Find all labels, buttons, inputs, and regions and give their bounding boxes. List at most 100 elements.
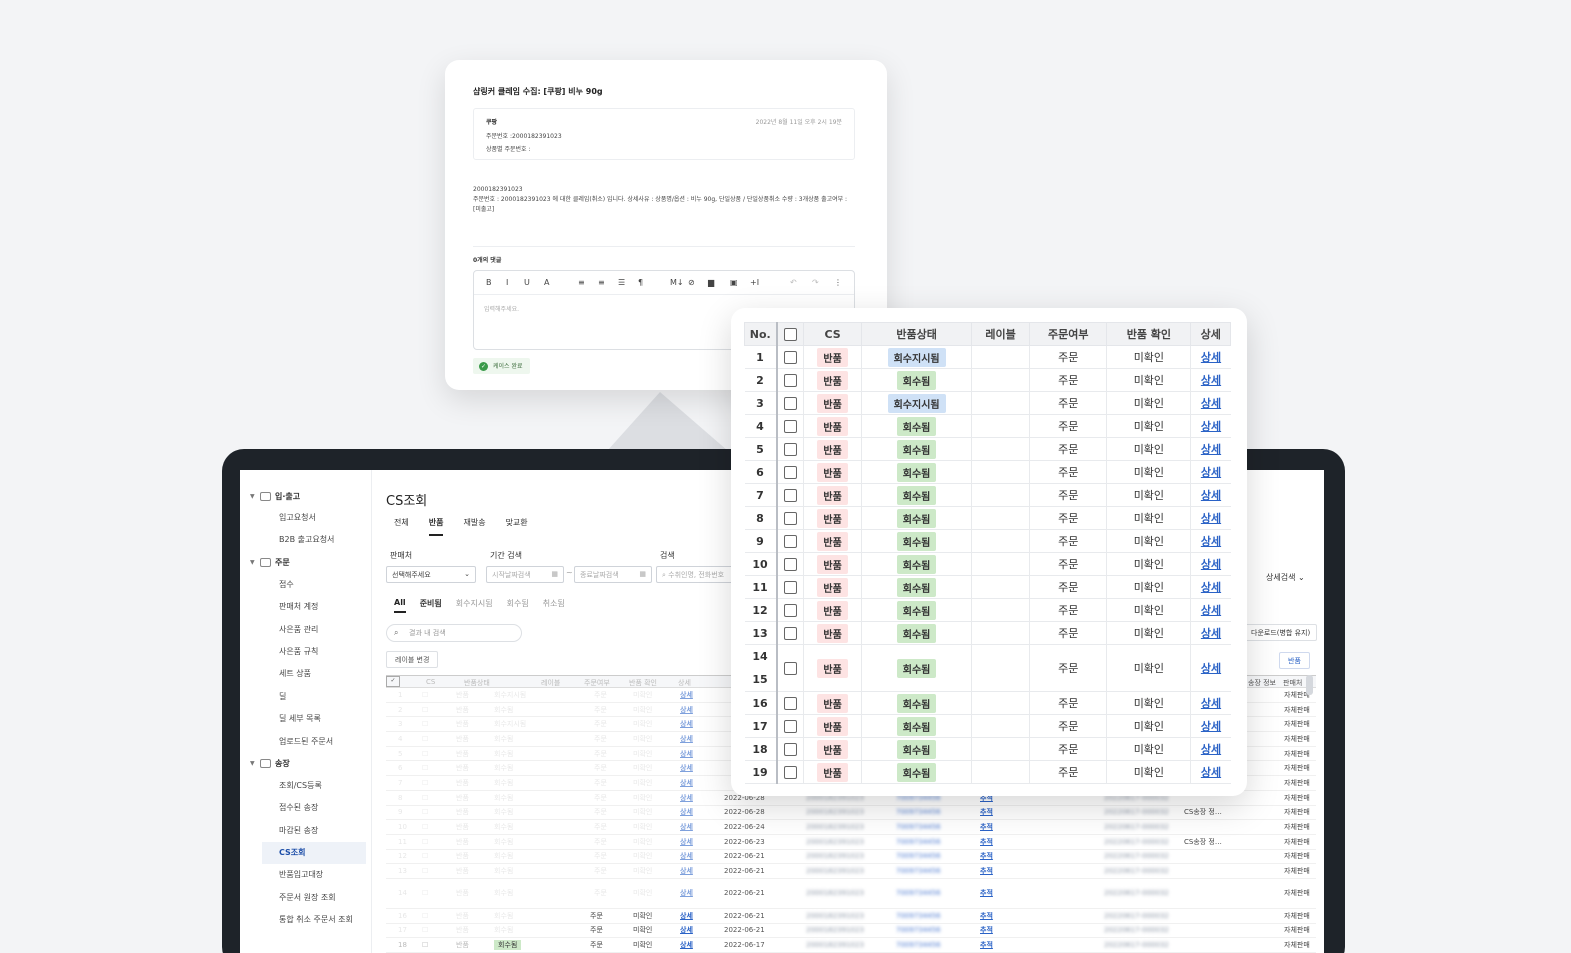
tab-item[interactable]: 재발송 bbox=[463, 517, 485, 536]
toolbar-button[interactable]: +I bbox=[750, 278, 759, 287]
detail-link[interactable]: 상세 bbox=[1201, 351, 1221, 364]
table-row[interactable]: 9 반품 회수됨 주문 미확인 상세 bbox=[744, 529, 1231, 553]
sidebar-item[interactable]: CS조회 bbox=[262, 842, 366, 865]
table-row[interactable]: 19 반품 회수됨 주문 미확인 상세 bbox=[744, 760, 1231, 784]
toolbar-button[interactable]: ⋮ bbox=[834, 278, 842, 287]
table-row[interactable]: 16 반품 회수됨 주문 미확인 상세 bbox=[744, 691, 1231, 715]
toolbar-button[interactable]: ▣ bbox=[730, 278, 738, 287]
row-checkbox[interactable] bbox=[783, 534, 797, 548]
row-checkbox[interactable] bbox=[783, 603, 797, 617]
search-input[interactable]: ⌕ 수취인명, 전화번호 bbox=[656, 566, 736, 583]
table-row[interactable]: 14 15 반품 회수됨 주문 미확인 상세 bbox=[744, 644, 1231, 692]
table-row[interactable]: 4 반품 회수됨 주문 미확인 상세 bbox=[744, 414, 1231, 438]
row-checkbox[interactable] bbox=[783, 696, 797, 710]
bg-table-row[interactable]: 12 ☐ 반품 회수됨 주문 미확인 상세 2022-06-21 2000182391023 70… bbox=[386, 850, 1316, 865]
sidebar-group[interactable]: ▼ 입·출고 bbox=[240, 485, 371, 507]
detail-link[interactable]: 상세 bbox=[1201, 443, 1221, 456]
row-checkbox[interactable] bbox=[783, 488, 797, 502]
table-row[interactable]: 3 반품 회수지시됨 주문 미확인 상세 bbox=[744, 391, 1231, 415]
detail-link[interactable]: 상세 bbox=[1201, 374, 1221, 387]
row-checkbox[interactable] bbox=[783, 719, 797, 733]
sidebar-item[interactable]: 주문서 원장 조회 bbox=[240, 887, 371, 909]
sidebar-item[interactable]: 딜 bbox=[240, 686, 371, 708]
sidebar-item[interactable]: 업로드된 주문서 bbox=[240, 731, 371, 753]
row-checkbox[interactable] bbox=[783, 465, 797, 479]
toolbar-button[interactable]: ↷ bbox=[812, 278, 819, 287]
seller-select[interactable]: 선택해주세요 ⌄ bbox=[386, 566, 476, 583]
sidebar-item[interactable]: 판매처 계정 bbox=[240, 596, 371, 618]
bg-table-row[interactable]: 18 ☐ 반품 회수됨 주문 미확인 상세 2022-06-17 2000182391023 70… bbox=[386, 938, 1316, 953]
status-subtab[interactable]: 회수됨 bbox=[507, 598, 529, 613]
detail-link[interactable]: 상세 bbox=[1201, 743, 1221, 756]
row-checkbox[interactable] bbox=[783, 580, 797, 594]
status-subtab[interactable]: All bbox=[394, 598, 406, 613]
row-checkbox[interactable] bbox=[783, 419, 797, 433]
tab-item[interactable]: 전체 bbox=[394, 517, 409, 536]
row-checkbox[interactable] bbox=[783, 557, 797, 571]
toolbar-button[interactable]: A bbox=[544, 278, 549, 287]
sidebar-group[interactable]: ▼ 송장 bbox=[240, 753, 371, 775]
select-all-header[interactable] bbox=[776, 322, 804, 346]
sidebar-item[interactable]: 접수 bbox=[240, 574, 371, 596]
row-checkbox[interactable] bbox=[783, 442, 797, 456]
row-checkbox[interactable] bbox=[783, 511, 797, 525]
bg-table-row[interactable]: 16 ☐ 반품 회수됨 주문 미확인 상세 2022-06-21 2000182391023 70… bbox=[386, 909, 1316, 924]
sidebar-item[interactable]: 사은품 관리 bbox=[240, 619, 371, 641]
detail-link[interactable]: 상세 bbox=[1201, 604, 1221, 617]
row-checkbox[interactable] bbox=[783, 350, 797, 364]
toolbar-button[interactable]: I bbox=[506, 278, 508, 287]
row-checkbox[interactable] bbox=[783, 765, 797, 779]
bg-table-row[interactable]: 13 ☐ 반품 회수됨 주문 미확인 상세 2022-06-21 2000182391023 70… bbox=[386, 864, 1316, 879]
table-row[interactable]: 11 반품 회수됨 주문 미확인 상세 bbox=[744, 575, 1231, 599]
change-label-button[interactable]: 레이블 변경 bbox=[386, 651, 439, 668]
sidebar-item[interactable]: B2B 출고요청서 bbox=[240, 529, 371, 551]
table-row[interactable]: 5 반품 회수됨 주문 미확인 상세 bbox=[744, 437, 1231, 461]
table-row[interactable]: 17 반품 회수됨 주문 미확인 상세 bbox=[744, 714, 1231, 738]
row-checkbox[interactable] bbox=[783, 742, 797, 756]
detail-link[interactable]: 상세 bbox=[1201, 627, 1221, 640]
row-checkbox[interactable] bbox=[783, 396, 797, 410]
toolbar-button[interactable]: ↶ bbox=[790, 278, 797, 287]
detail-search-toggle[interactable]: 상세검색 ⌄ bbox=[1266, 572, 1305, 583]
toolbar-button[interactable]: ≡ bbox=[598, 278, 605, 287]
download-button[interactable]: 다운로드(병합 유지) bbox=[1244, 624, 1318, 641]
select-all-checkbox[interactable] bbox=[783, 327, 797, 341]
toolbar-button[interactable]: ≡ bbox=[578, 278, 585, 287]
status-subtab[interactable]: 준비됨 bbox=[420, 598, 442, 613]
sidebar-item[interactable]: 세트 상품 bbox=[240, 663, 371, 685]
sidebar-item[interactable]: 통합 취소 주문서 조회 bbox=[240, 909, 371, 931]
start-date-input[interactable]: 시작날짜검색 ▦ bbox=[486, 566, 564, 583]
detail-link[interactable]: 상세 bbox=[1201, 420, 1221, 433]
sidebar-item[interactable]: 반품입고대장 bbox=[240, 864, 371, 886]
bg-table-row[interactable]: 14 ☐ 반품 회수됨 주문 미확인 상세 2022-06-21 2000182391023 70… bbox=[386, 879, 1316, 909]
table-row[interactable]: 12 반품 회수됨 주문 미확인 상세 bbox=[744, 598, 1231, 622]
toolbar-button[interactable]: M↓ bbox=[670, 278, 684, 287]
toolbar-button[interactable]: U bbox=[524, 278, 530, 287]
row-checkbox[interactable] bbox=[783, 626, 797, 640]
table-row[interactable]: 18 반품 회수됨 주문 미확인 상세 bbox=[744, 737, 1231, 761]
bg-table-row[interactable]: 10 ☐ 반품 회수됨 주문 미확인 상세 2022-06-24 2000182391023 70… bbox=[386, 820, 1316, 835]
sidebar-item[interactable]: 사은품 규칙 bbox=[240, 641, 371, 663]
row-checkbox[interactable] bbox=[783, 661, 797, 675]
detail-link[interactable]: 상세 bbox=[1201, 662, 1221, 675]
end-date-input[interactable]: 종료날짜검색 ▦ bbox=[574, 566, 652, 583]
result-search-input[interactable]: ⌕ 결과 내 검색 bbox=[386, 624, 522, 642]
table-row[interactable]: 8 반품 회수됨 주문 미확인 상세 bbox=[744, 506, 1231, 530]
detail-link[interactable]: 상세 bbox=[1201, 720, 1221, 733]
detail-link[interactable]: 상세 bbox=[1201, 766, 1221, 779]
tab-item[interactable]: 맞교환 bbox=[506, 517, 528, 536]
status-subtab[interactable]: 취소됨 bbox=[543, 598, 565, 613]
sidebar-item[interactable]: 마감된 송장 bbox=[240, 820, 371, 842]
sidebar-item[interactable]: 입고요청서 bbox=[240, 507, 371, 529]
toolbar-button[interactable]: ▆ bbox=[708, 278, 714, 287]
table-row[interactable]: 13 반품 회수됨 주문 미확인 상세 bbox=[744, 621, 1231, 645]
detail-link[interactable]: 상세 bbox=[1201, 558, 1221, 571]
sidebar-group[interactable]: ▼ 주문 bbox=[240, 552, 371, 574]
toolbar-button[interactable]: ¶ bbox=[638, 278, 643, 287]
detail-link[interactable]: 상세 bbox=[1201, 697, 1221, 710]
sidebar-item[interactable]: 딜 세부 목록 bbox=[240, 708, 371, 730]
detail-link[interactable]: 상세 bbox=[1201, 466, 1221, 479]
tab-item[interactable]: 반품 bbox=[428, 517, 444, 536]
row-checkbox[interactable] bbox=[783, 373, 797, 387]
table-row[interactable]: 1 반품 회수지시됨 주문 미확인 상세 bbox=[744, 345, 1231, 369]
